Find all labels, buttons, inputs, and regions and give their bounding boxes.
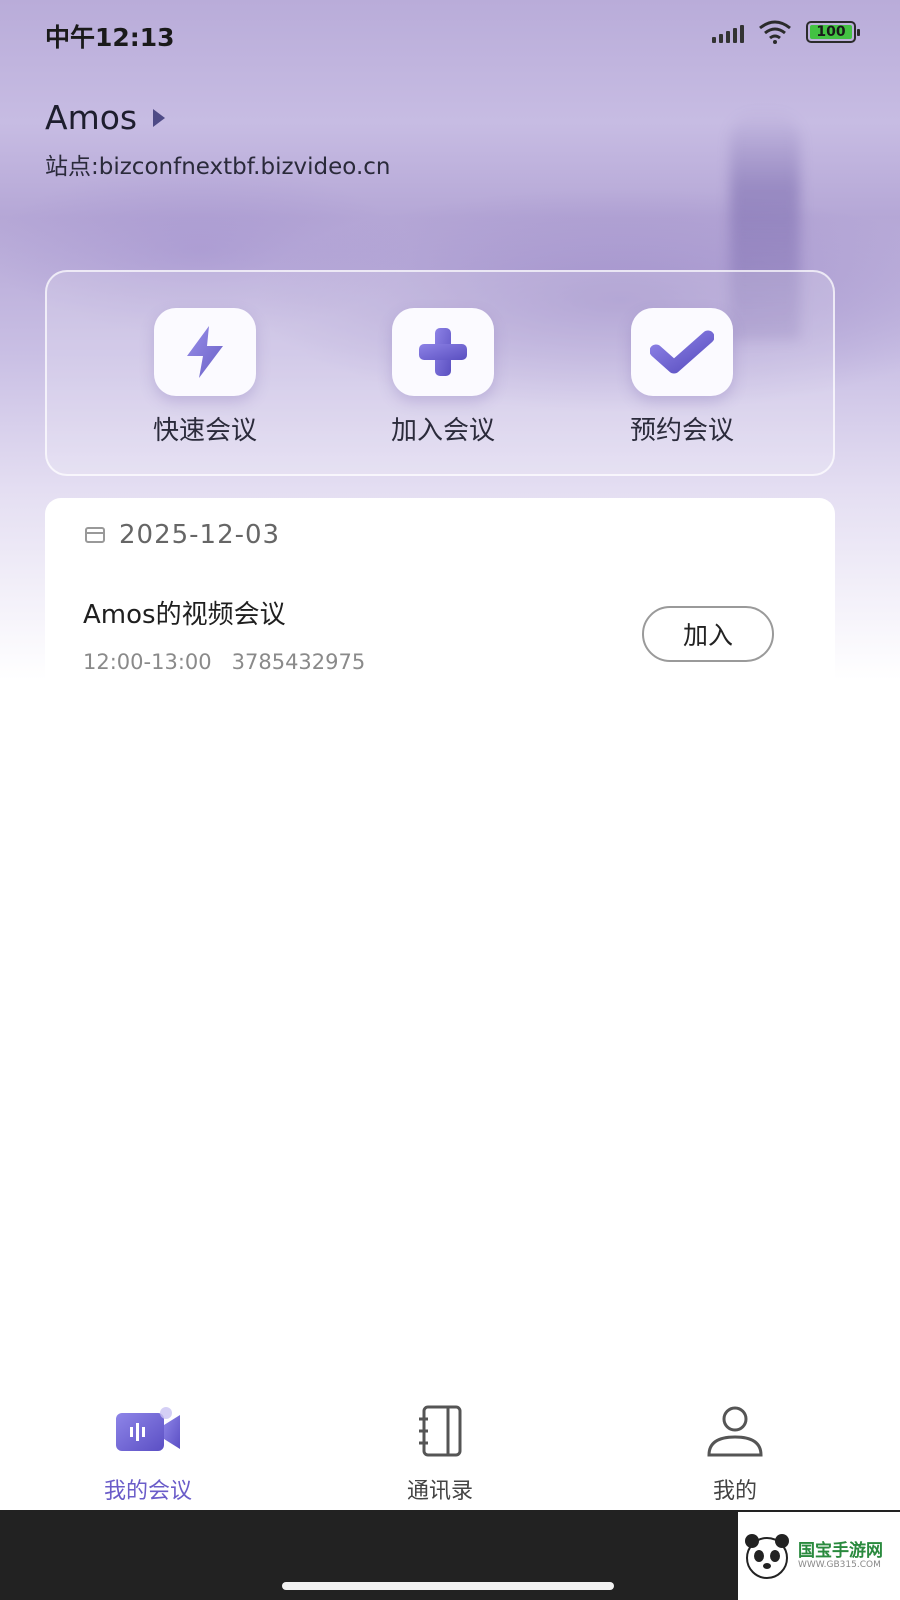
wifi-icon <box>759 20 791 44</box>
watermark: 国宝手游网 WWW.GB315.COM <box>738 1512 900 1600</box>
panda-logo-icon <box>745 1534 789 1579</box>
meeting-title[interactable]: Amos的视频会议 <box>83 594 286 631</box>
plus-icon <box>392 308 494 396</box>
meeting-list-card: 2025-12-03 Amos的视频会议 12:00-13:00 3785432… <box>45 498 835 698</box>
battery-level: 100 <box>810 25 852 39</box>
contacts-book-icon <box>419 1405 462 1457</box>
quick-meeting-label: 快速会议 <box>152 416 257 446</box>
battery-icon: 100 <box>806 21 860 43</box>
status-bar: 中午12:13 100 <box>0 0 900 70</box>
cellular-signal-icon <box>712 21 744 43</box>
tab-contacts-label: 通讯录 <box>406 1479 473 1504</box>
status-time: 中午12:13 <box>45 23 175 52</box>
tab-me-label: 我的 <box>712 1479 757 1504</box>
meeting-date: 2025-12-03 <box>119 520 281 550</box>
check-icon <box>631 308 733 396</box>
site-address: 站点:bizconfnextbf.bizvideo.cn <box>45 154 391 180</box>
watermark-url: WWW.GB315.COM <box>798 1560 881 1571</box>
calendar-icon <box>85 527 105 543</box>
join-meeting-label: 加入会议 <box>390 416 495 446</box>
tab-my-meetings-label: 我的会议 <box>103 1479 192 1504</box>
quick-actions-panel: 快速会议 加入会议 预约会议 <box>45 270 835 476</box>
join-button[interactable]: 加入 <box>642 606 774 662</box>
bottom-tab-bar: 我的会议 通讯录 我的 <box>0 1395 900 1510</box>
join-meeting-button[interactable]: 加入会议 <box>363 308 523 447</box>
user-name: Amos <box>45 98 138 137</box>
date-header: 2025-12-03 <box>85 520 280 550</box>
tab-me[interactable]: 我的 <box>635 1403 835 1505</box>
watermark-brand: 国宝手游网 <box>798 1540 883 1561</box>
chevron-right-icon <box>153 108 166 127</box>
status-icons: 100 <box>712 20 860 44</box>
schedule-meeting-button[interactable]: 预约会议 <box>602 308 762 447</box>
tab-contacts[interactable]: 通讯录 <box>340 1403 540 1505</box>
tab-my-meetings[interactable]: 我的会议 <box>48 1403 248 1505</box>
meeting-meta: 12:00-13:00 3785432975 <box>83 650 365 674</box>
meeting-id: 3785432975 <box>231 650 366 674</box>
user-name-row[interactable]: Amos <box>45 98 391 137</box>
user-info[interactable]: Amos 站点:bizconfnextbf.bizvideo.cn <box>45 98 391 181</box>
home-indicator[interactable] <box>282 1582 614 1590</box>
watermark-text: 国宝手游网 WWW.GB315.COM <box>798 1540 883 1571</box>
schedule-meeting-label: 预约会议 <box>629 416 734 446</box>
quick-meeting-button[interactable]: 快速会议 <box>125 308 285 447</box>
video-camera-icon <box>116 1407 180 1451</box>
lightning-icon <box>154 308 256 396</box>
person-icon <box>707 1406 763 1457</box>
meeting-time: 12:00-13:00 <box>83 650 212 674</box>
